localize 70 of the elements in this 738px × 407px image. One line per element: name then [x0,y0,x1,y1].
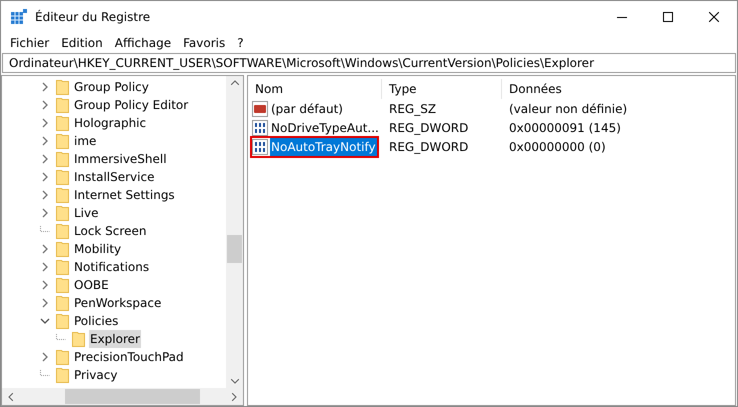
table-cell-text: REG_DWORD [388,120,470,136]
value-name[interactable]: NoDriveTypeAut... [270,118,380,136]
folder-icon [56,260,69,274]
scroll-down-icon[interactable] [230,379,238,384]
folder-icon [56,314,69,328]
column-header[interactable]: Type [382,79,502,99]
value-name[interactable]: NoAutoTrayNotify [270,138,377,156]
horizontal-scrollbar[interactable] [2,388,243,405]
scroll-left-icon[interactable] [8,392,13,400]
folder-icon [56,368,69,382]
tree-item[interactable]: Mobility [73,240,122,258]
tree-item[interactable]: Holographic [73,114,148,132]
scrollbar-thumb[interactable] [65,389,200,404]
vertical-scrollbar[interactable] [226,76,243,388]
folder-icon [56,278,69,292]
menu-item[interactable]: Edition [55,34,109,52]
table-cell-text: 0x00000000 (0) [508,138,607,156]
folder-icon [56,242,69,256]
folder-icon [56,296,69,310]
tree-item[interactable]: ime [73,132,98,150]
binary-value-icon [252,120,268,136]
folder-icon [56,170,69,184]
chevron-right-icon[interactable] [41,352,49,362]
scrollbar-thumb[interactable] [227,235,242,263]
tree-item[interactable]: Notifications [73,258,150,276]
tree-item[interactable]: Live [73,204,100,222]
app-icon [11,9,27,25]
tree-item[interactable]: PrecisionTouchPad [73,348,185,366]
folder-icon [56,152,69,166]
tree-item[interactable]: Explorer [89,330,141,348]
folder-icon [56,206,69,220]
table-cell-text: 0x00000091 (145) [508,120,622,136]
folder-icon [56,116,69,130]
tree-item[interactable]: Privacy [73,366,118,384]
folder-icon [56,80,69,94]
close-icon [709,12,719,22]
tree-item[interactable]: Policies [73,312,120,330]
chevron-down-icon[interactable] [40,317,50,325]
menu-item[interactable]: Favoris [177,34,232,52]
string-value-icon [252,100,268,116]
folder-icon [56,224,69,238]
maximize-icon [663,12,673,22]
scroll-up-icon[interactable] [230,80,238,85]
table-cell-text: REG_SZ [388,100,438,118]
folder-icon [56,188,69,202]
tree-item[interactable]: Group Policy [73,78,150,96]
address-bar[interactable]: Ordinateur\HKEY_CURRENT_USER\SOFTWARE\Microsoft\Windows\CurrentVersion\Policies\Explorer [2,53,736,73]
tree-item[interactable]: InstallService [73,168,156,186]
value-name[interactable]: (par défaut) [270,100,344,118]
minimize-icon [617,16,627,18]
menu-item[interactable]: Affichage [108,34,178,52]
menu-item[interactable]: Fichier [4,34,56,52]
folder-icon [56,98,69,112]
menu-item[interactable]: ? [231,34,250,52]
tree-item[interactable]: Group Policy Editor [73,96,190,114]
column-header[interactable]: Données [502,79,622,99]
folder-icon [56,134,69,148]
tree-item[interactable]: ImmersiveShell [73,150,168,168]
tree-item[interactable]: Lock Screen [73,222,148,240]
tree-item[interactable]: OOBE [73,276,110,294]
table-cell-text: REG_DWORD [388,138,470,156]
folder-icon [56,350,69,364]
tree-item[interactable]: Internet Settings [73,186,176,204]
tree-item[interactable]: PenWorkspace [73,294,162,312]
table-cell-text: (valeur non définie) [508,100,628,118]
folder-icon [72,332,85,346]
window-title: Éditeur du Registre [35,8,150,26]
binary-value-icon [252,138,268,154]
scroll-right-icon[interactable] [232,392,237,400]
column-header[interactable]: Nom [248,79,382,99]
